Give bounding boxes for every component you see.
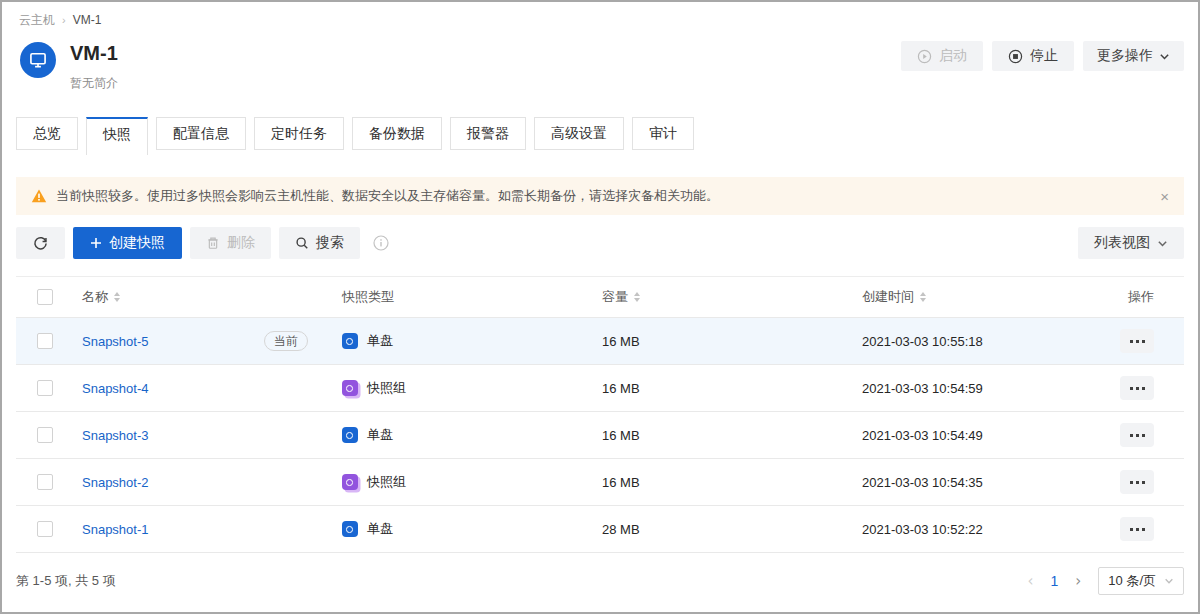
sort-icon[interactable] — [114, 292, 120, 302]
row-checkbox[interactable] — [37, 333, 53, 349]
tab-bar: 总览快照配置信息定时任务备份数据报警器高级设置审计 — [16, 117, 1184, 155]
table-footer: 第 1-5 项, 共 5 项 ‹ 1 › 10 条/页 — [16, 553, 1184, 609]
snapshot-name-link[interactable]: Snapshot-2 — [82, 475, 149, 490]
column-header: 快照类型 — [342, 277, 602, 318]
snapshot-size: 16 MB — [602, 365, 862, 412]
snapshot-type-icon — [342, 521, 358, 537]
snapshot-created: 2021-03-03 10:52:22 — [862, 506, 1102, 553]
vm-icon — [20, 42, 56, 78]
stop-circle-icon — [1008, 49, 1023, 64]
snapshot-size: 16 MB — [602, 318, 862, 365]
snapshot-created: 2021-03-03 10:54:59 — [862, 365, 1102, 412]
table-row: Snapshot-5 当前 单盘 16 MB2021-03-03 10:55:18 — [16, 318, 1184, 365]
pagination: ‹ 1 › 10 条/页 — [1028, 567, 1184, 595]
chevron-down-icon — [1159, 51, 1170, 62]
row-checkbox[interactable] — [37, 427, 53, 443]
sort-icon[interactable] — [634, 292, 640, 302]
breadcrumb-current: VM-1 — [73, 13, 102, 27]
current-page[interactable]: 1 — [1051, 573, 1059, 589]
table-row: Snapshot-1 单盘 28 MB2021-03-03 10:52:22 — [16, 506, 1184, 553]
column-header[interactable]: 容量 — [602, 277, 862, 318]
more-actions-button[interactable]: 更多操作 — [1083, 41, 1184, 71]
snapshot-table: 名称快照类型容量创建时间操作 Snapshot-5当前单盘16 MB2021-0… — [16, 276, 1184, 553]
row-checkbox[interactable] — [37, 474, 53, 490]
snapshot-size: 16 MB — [602, 459, 862, 506]
table-row: Snapshot-4 快照组 16 MB2021-03-03 10:54:59 — [16, 365, 1184, 412]
snapshot-type-icon — [342, 474, 358, 490]
snapshot-type-icon — [342, 333, 358, 349]
tab-定时任务[interactable]: 定时任务 — [254, 117, 344, 150]
start-button[interactable]: 启动 — [901, 41, 983, 71]
sort-icon[interactable] — [920, 292, 926, 302]
snapshot-type: 单盘 — [367, 520, 393, 538]
table-header-row: 名称快照类型容量创建时间操作 — [16, 277, 1184, 318]
snapshot-type: 快照组 — [367, 379, 406, 397]
breadcrumb: 云主机 › VM-1 — [19, 13, 1184, 27]
row-actions-button[interactable] — [1120, 376, 1154, 400]
row-actions-button[interactable] — [1120, 517, 1154, 541]
warning-alert: 当前快照较多。使用过多快照会影响云主机性能、数据安全以及主存储容量。如需长期备份… — [16, 177, 1184, 215]
tab-报警器[interactable]: 报警器 — [450, 117, 526, 150]
column-header[interactable]: 名称 — [82, 277, 342, 318]
tab-高级设置[interactable]: 高级设置 — [534, 117, 624, 150]
snapshot-name-link[interactable]: Snapshot-3 — [82, 428, 149, 443]
search-button[interactable]: 搜索 — [279, 227, 360, 259]
info-icon[interactable] — [373, 235, 389, 251]
breadcrumb-root[interactable]: 云主机 — [19, 13, 55, 27]
create-snapshot-button[interactable]: 创建快照 — [73, 227, 182, 259]
snapshot-type: 快照组 — [367, 473, 406, 491]
row-actions-button[interactable] — [1120, 329, 1154, 353]
page-header: VM-1 暂无简介 启动停止更多操作 — [20, 40, 1184, 92]
vm-detail-page: 云主机 › VM-1 VM-1 暂无简介 启动停止更多操作 总览快照配置信息定时… — [0, 0, 1200, 614]
snapshot-created: 2021-03-03 10:55:18 — [862, 318, 1102, 365]
row-checkbox[interactable] — [37, 521, 53, 537]
delete-button[interactable]: 删除 — [190, 227, 271, 259]
table-row: Snapshot-2 快照组 16 MB2021-03-03 10:54:35 — [16, 459, 1184, 506]
table-row: Snapshot-3 单盘 16 MB2021-03-03 10:54:49 — [16, 412, 1184, 459]
snapshot-name-link[interactable]: Snapshot-4 — [82, 381, 149, 396]
stop-button[interactable]: 停止 — [992, 41, 1074, 71]
tab-审计[interactable]: 审计 — [632, 117, 694, 150]
close-icon[interactable]: × — [1160, 189, 1169, 204]
tab-总览[interactable]: 总览 — [16, 117, 78, 150]
snapshot-name-link[interactable]: Snapshot-1 — [82, 522, 149, 537]
warning-text: 当前快照较多。使用过多快照会影响云主机性能、数据安全以及主存储容量。如需长期备份… — [56, 187, 719, 205]
row-actions-button[interactable] — [1120, 470, 1154, 494]
snapshot-type-icon — [342, 427, 358, 443]
tab-备份数据[interactable]: 备份数据 — [352, 117, 442, 150]
tab-配置信息[interactable]: 配置信息 — [156, 117, 246, 150]
snapshot-created: 2021-03-03 10:54:35 — [862, 459, 1102, 506]
column-header[interactable]: 创建时间 — [862, 277, 1102, 318]
items-summary: 第 1-5 项, 共 5 项 — [16, 572, 116, 590]
page-size-select[interactable]: 10 条/页 — [1098, 567, 1184, 595]
refresh-button[interactable] — [16, 227, 65, 259]
prev-page-icon[interactable]: ‹ — [1028, 572, 1034, 590]
snapshot-size: 16 MB — [602, 412, 862, 459]
next-page-icon[interactable]: › — [1075, 572, 1081, 590]
tab-快照[interactable]: 快照 — [86, 117, 148, 155]
snapshot-created: 2021-03-03 10:54:49 — [862, 412, 1102, 459]
column-header: 操作 — [1102, 277, 1184, 318]
page-subtitle: 暂无简介 — [70, 75, 901, 92]
snapshot-name-link[interactable]: Snapshot-5 — [82, 334, 149, 349]
current-badge: 当前 — [264, 331, 308, 351]
play-circle-icon — [917, 49, 932, 64]
row-actions-button[interactable] — [1120, 423, 1154, 447]
header-actions: 启动停止更多操作 — [901, 41, 1184, 71]
snapshot-size: 28 MB — [602, 506, 862, 553]
row-checkbox[interactable] — [37, 380, 53, 396]
toolbar: 创建快照 删除 搜索 列表视图 — [16, 227, 1184, 259]
select-all-checkbox[interactable] — [37, 289, 53, 305]
breadcrumb-separator: › — [62, 13, 66, 27]
view-mode-select[interactable]: 列表视图 — [1078, 227, 1184, 259]
warning-icon — [31, 188, 47, 204]
snapshot-type-icon — [342, 380, 358, 396]
snapshot-type: 单盘 — [367, 426, 393, 444]
page-title: VM-1 — [70, 40, 901, 66]
snapshot-type: 单盘 — [367, 332, 393, 350]
